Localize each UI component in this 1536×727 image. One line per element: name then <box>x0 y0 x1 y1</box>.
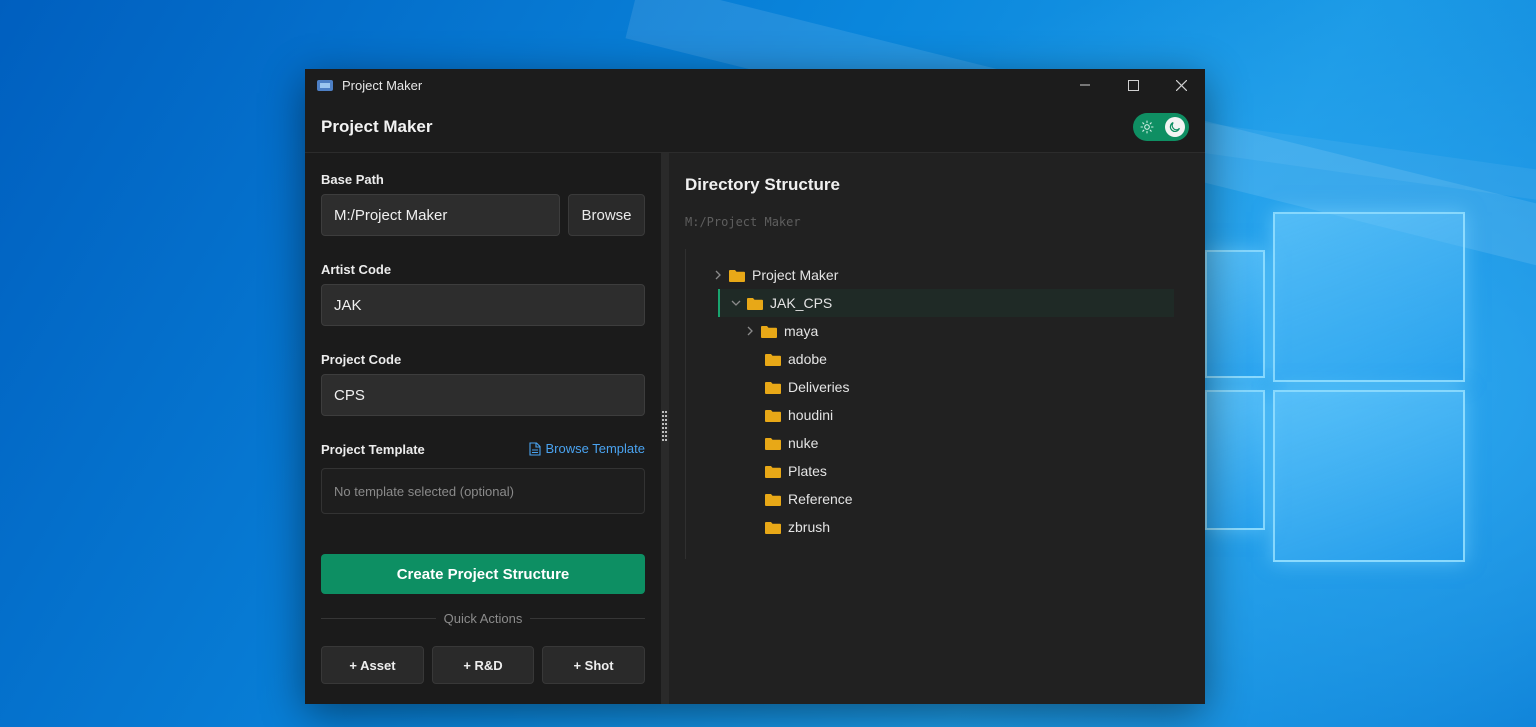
project-template-label: Project Template <box>321 442 425 457</box>
maximize-button[interactable] <box>1109 69 1157 101</box>
folder-icon <box>747 297 763 310</box>
chevron-right-icon[interactable] <box>743 326 757 336</box>
browse-template-link[interactable]: Browse Template <box>528 441 645 456</box>
page-title: Project Maker <box>321 116 433 136</box>
tree-item-nuke[interactable]: nuke <box>765 429 818 457</box>
tree-item-maya[interactable]: maya <box>743 317 818 345</box>
panel-splitter[interactable] <box>661 153 669 704</box>
add-asset-button[interactable]: + Asset <box>321 646 424 684</box>
tree-item-reference[interactable]: Reference <box>765 485 853 513</box>
tree-item-label: Plates <box>788 463 827 479</box>
moon-icon <box>1165 116 1185 137</box>
folder-icon <box>761 325 777 338</box>
tree-item-label: maya <box>784 323 819 339</box>
browse-template-label: Browse Template <box>545 441 645 456</box>
tree-item-label: Reference <box>788 491 853 507</box>
folder-icon <box>765 493 781 506</box>
directory-panel: Directory Structure M:/Project Maker Pro… <box>669 153 1205 704</box>
app-icon <box>317 79 333 91</box>
project-code-input[interactable]: CPS <box>321 374 645 416</box>
quick-actions-label: Quick Actions <box>443 611 523 626</box>
folder-icon <box>765 521 781 534</box>
app-window: Project Maker Project Maker Base Path M:… <box>305 69 1205 704</box>
grip-icon <box>662 411 667 441</box>
tree-item-label: nuke <box>788 435 819 451</box>
quick-actions-divider: Quick Actions <box>321 611 646 626</box>
folder-icon <box>765 437 781 450</box>
theme-toggle[interactable] <box>1133 112 1189 141</box>
tree-item-label: houdini <box>788 407 834 423</box>
base-path-label: Base Path <box>321 172 384 187</box>
tree-item-label: Deliveries <box>788 379 850 395</box>
title-bar: Project Maker <box>305 69 1205 101</box>
folder-icon <box>765 381 781 394</box>
folder-icon <box>765 353 781 366</box>
tree-item-label: zbrush <box>788 519 831 535</box>
tree-item-deliveries[interactable]: Deliveries <box>765 373 849 401</box>
tree-item-plates[interactable]: Plates <box>765 457 827 485</box>
folder-icon <box>765 409 781 422</box>
create-project-button[interactable]: Create Project Structure <box>321 554 645 594</box>
close-icon <box>1175 79 1187 91</box>
minimize-button[interactable] <box>1061 69 1109 101</box>
tree-item-label: Project Maker <box>752 267 839 283</box>
directory-path: M:/Project Maker <box>685 215 801 229</box>
tree-item-label: adobe <box>788 351 827 367</box>
artist-code-label: Artist Code <box>321 262 392 277</box>
directory-tree: Project Maker JAK_CPS maya adobe Deliver… <box>685 249 1174 559</box>
base-path-input[interactable]: M:/Project Maker <box>321 194 560 236</box>
template-field[interactable]: No template selected (optional) <box>321 468 645 514</box>
tree-item-project-maker[interactable]: Project Maker <box>711 261 838 289</box>
document-icon <box>528 441 541 456</box>
app-header: Project Maker <box>305 101 1205 153</box>
add-shot-button[interactable]: + Shot <box>542 646 645 684</box>
form-panel: Base Path M:/Project Maker Browse Artist… <box>305 153 661 704</box>
directory-title: Directory Structure <box>685 175 840 194</box>
tree-item-label: JAK_CPS <box>770 295 833 311</box>
artist-code-input[interactable]: JAK <box>321 284 645 326</box>
folder-icon <box>729 269 745 282</box>
close-button[interactable] <box>1157 69 1205 101</box>
project-code-label: Project Code <box>321 352 402 367</box>
minimize-icon <box>1080 84 1090 86</box>
tree-item-houdini[interactable]: houdini <box>765 401 833 429</box>
tree-item-jak-cps[interactable]: JAK_CPS <box>718 289 1174 317</box>
sun-icon <box>1140 119 1154 139</box>
tree-item-zbrush[interactable]: zbrush <box>765 513 830 541</box>
chevron-right-icon[interactable] <box>711 270 725 280</box>
folder-icon <box>765 465 781 478</box>
window-title: Project Maker <box>342 77 423 93</box>
chevron-down-icon[interactable] <box>729 299 743 307</box>
add-rnd-button[interactable]: + R&D <box>432 646 534 684</box>
browse-button[interactable]: Browse <box>568 194 645 236</box>
tree-item-adobe[interactable]: adobe <box>765 345 827 373</box>
maximize-icon <box>1127 79 1139 91</box>
